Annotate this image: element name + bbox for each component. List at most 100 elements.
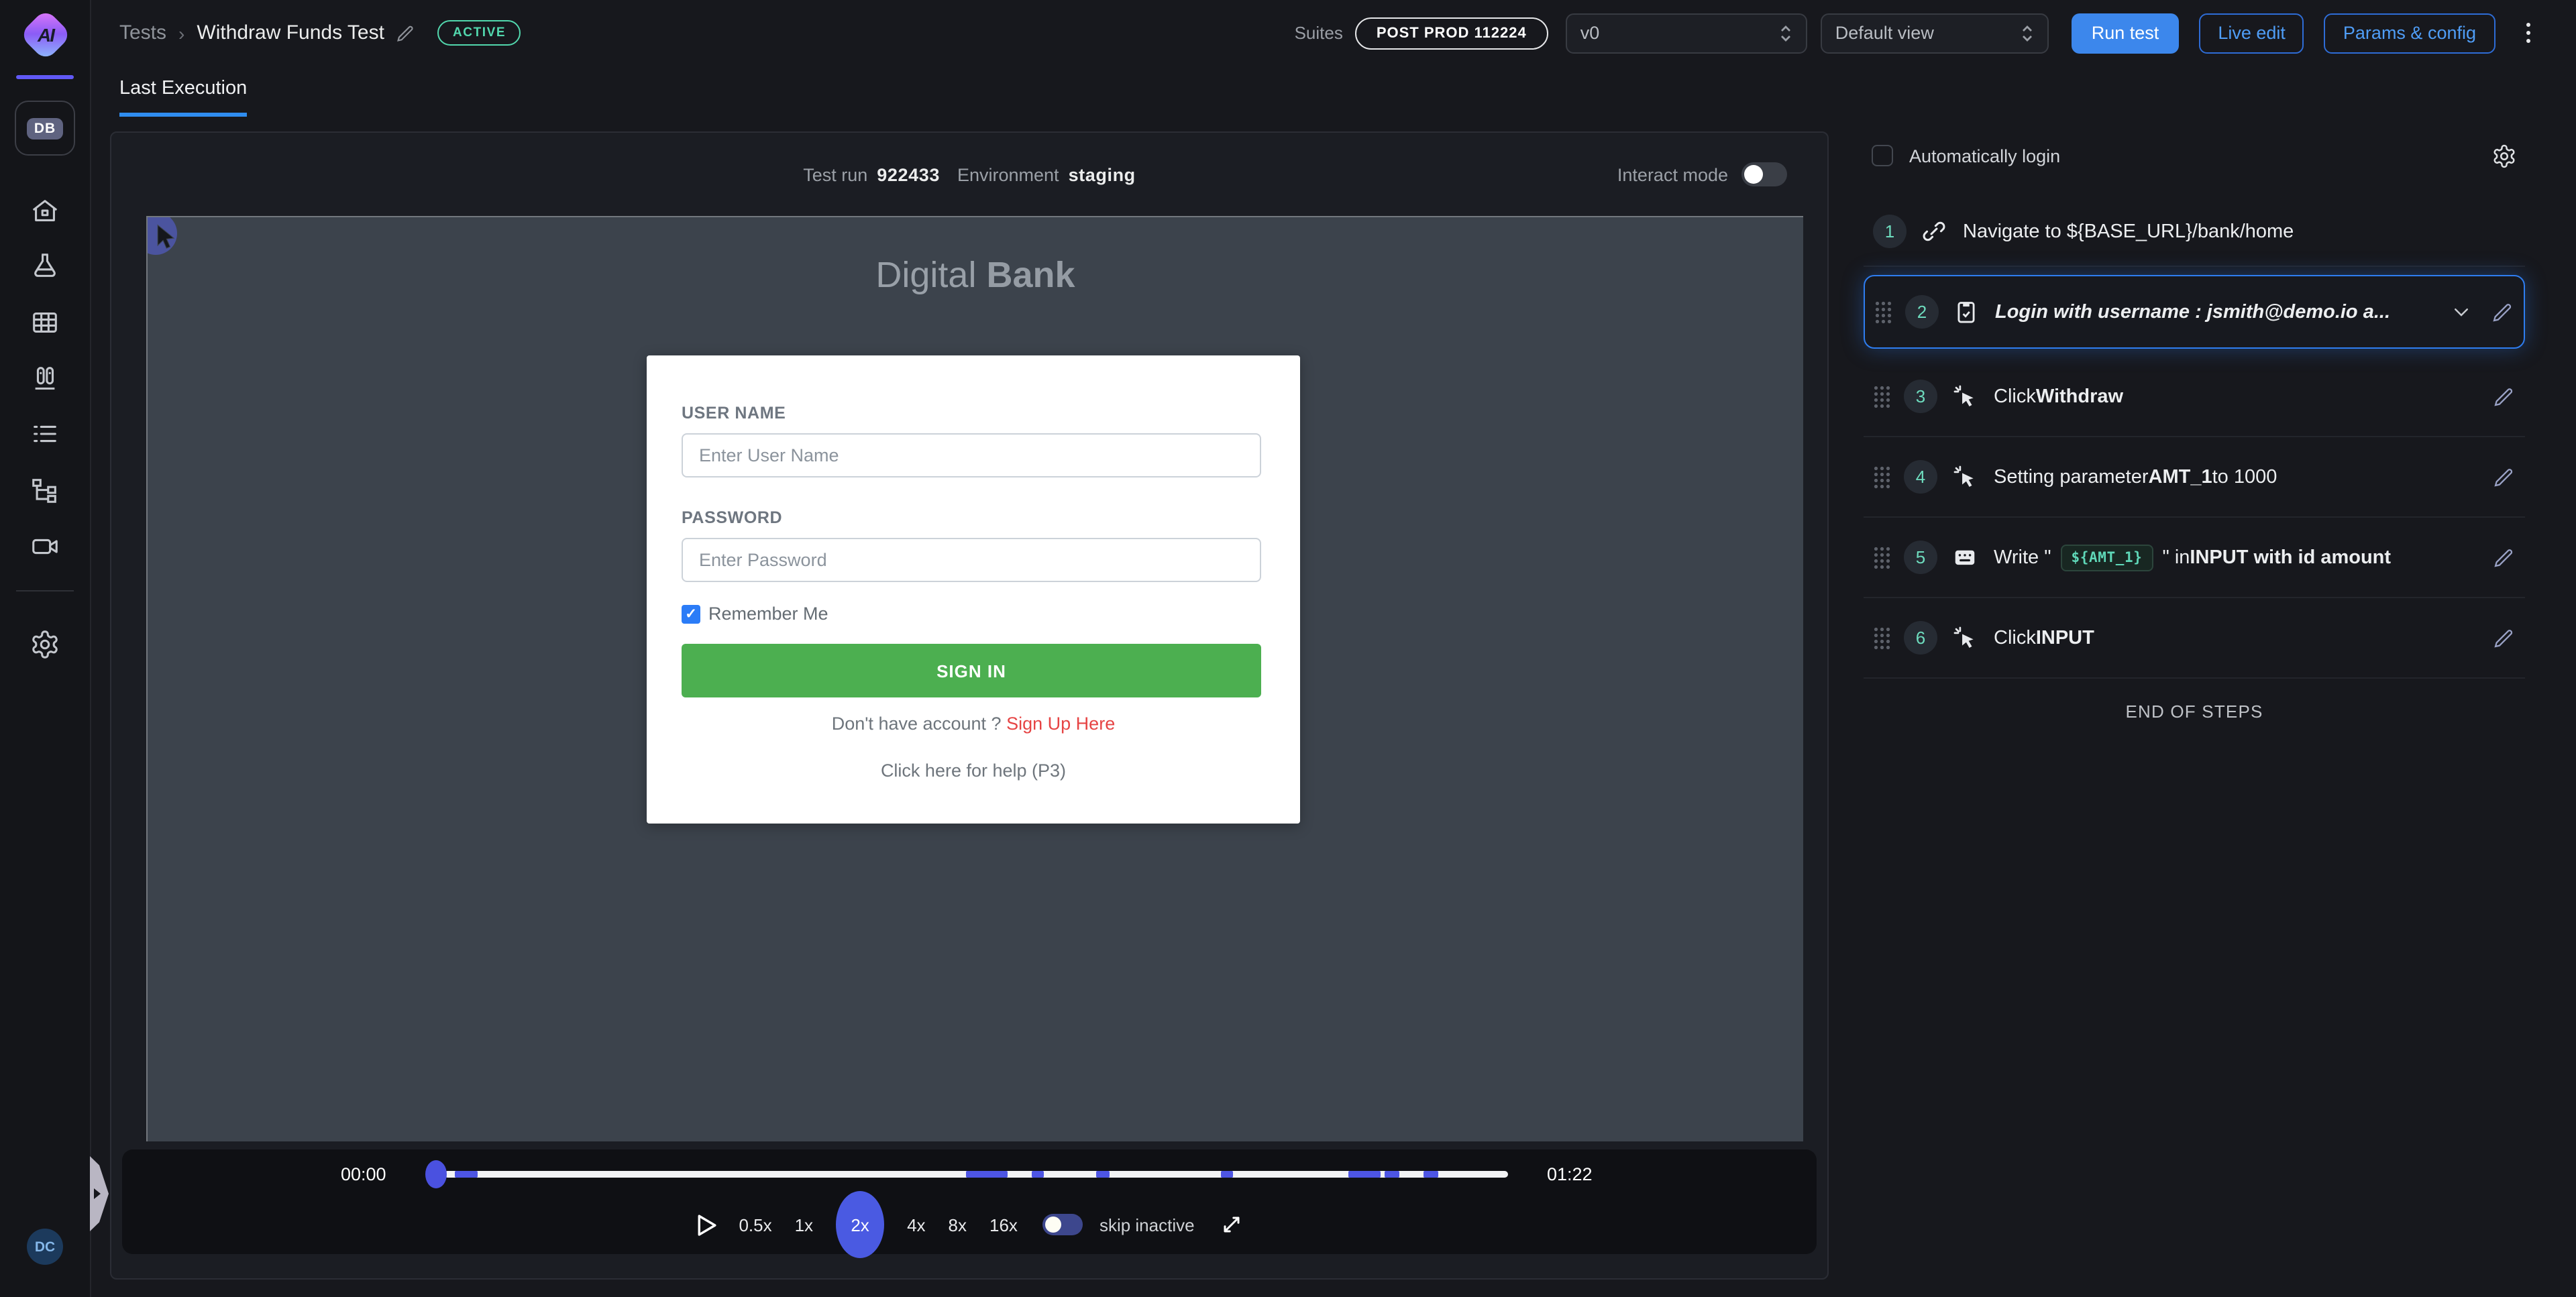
speed-0.5x[interactable]: 0.5x <box>739 1215 771 1235</box>
time-current: 00:00 <box>341 1164 386 1184</box>
bank-title-light: Digital <box>875 255 976 295</box>
step-text-part: Setting parameter <box>1994 466 2149 488</box>
username-label: USER NAME <box>682 404 786 422</box>
sidebar-collapse-handle[interactable] <box>90 1156 109 1231</box>
speed-1x[interactable]: 1x <box>795 1215 813 1235</box>
speed-16x[interactable]: 16x <box>989 1215 1018 1235</box>
edit-step-icon[interactable] <box>2491 301 2513 323</box>
sidebar-item-settings[interactable] <box>30 629 60 660</box>
app-root: AI DB DC Tests › Withdraw Funds Test AC <box>0 0 2576 1297</box>
step-number-badge: 2 <box>1905 295 1939 329</box>
drag-handle-icon[interactable] <box>1873 384 1890 408</box>
auto-login-label: Automatically login <box>1909 146 2060 166</box>
step-text-part: Click <box>1994 386 2036 407</box>
username-input[interactable] <box>682 433 1261 477</box>
password-label: PASSWORD <box>682 508 782 527</box>
speed-4x[interactable]: 4x <box>907 1215 925 1235</box>
remember-me-checkbox[interactable]: ✓ <box>682 604 700 623</box>
signup-row: Don't have account ? Sign Up Here <box>647 714 1300 734</box>
steps-panel: Automatically login 1Navigate to ${BASE_… <box>1864 129 2525 744</box>
video-camera-icon <box>30 531 60 562</box>
overflow-menu-icon[interactable] <box>2520 17 2536 49</box>
logo-letters: AI <box>23 12 68 58</box>
step-row-4[interactable]: 4Setting parameter AMT_1 to 1000 <box>1864 437 2525 518</box>
drag-handle-icon[interactable] <box>1874 300 1892 324</box>
sidebar-item-home[interactable] <box>30 196 60 227</box>
step-text-part: Navigate to ${BASE_URL}/bank/home <box>1963 221 2294 242</box>
edit-title-icon[interactable] <box>396 23 415 42</box>
view-select[interactable]: Default view <box>1821 13 2049 53</box>
step-list: 1Navigate to ${BASE_URL}/bank/home 2 Login… <box>1864 197 2525 679</box>
drag-handle-icon[interactable] <box>1873 545 1890 569</box>
fullscreen-icon[interactable] <box>1222 1214 1243 1235</box>
time-total: 01:22 <box>1547 1164 1593 1184</box>
end-of-steps-label: END OF STEPS <box>1864 679 2525 744</box>
auto-login-checkbox[interactable] <box>1872 145 1893 166</box>
view-select-value: Default view <box>1835 23 1934 43</box>
password-input[interactable] <box>682 538 1261 582</box>
edit-step-icon[interactable] <box>2493 627 2514 648</box>
drag-handle-icon[interactable] <box>1873 465 1890 489</box>
remember-me-label: Remember Me <box>708 604 828 624</box>
sidebar-item-recordings[interactable] <box>30 531 60 562</box>
step-text: Click Withdraw <box>1994 386 2123 407</box>
sign-in-button[interactable]: SIGN IN <box>682 644 1261 697</box>
signup-link[interactable]: Sign Up Here <box>1006 714 1115 734</box>
help-link[interactable]: Click here for help (P3) <box>647 760 1300 781</box>
step-actions <box>2451 301 2513 323</box>
signup-text: Don't have account ? <box>832 714 1002 734</box>
chevron-down-icon[interactable] <box>2451 302 2471 322</box>
run-test-button[interactable]: Run test <box>2072 13 2180 53</box>
step-row-5[interactable]: 5Write " ${AMT_1} " in INPUT with id amo… <box>1864 518 2525 598</box>
user-avatar[interactable]: DC <box>27 1229 63 1265</box>
speed-8x[interactable]: 8x <box>949 1215 967 1235</box>
page-title: Withdraw Funds Test <box>197 21 384 44</box>
steps-settings-gear-icon[interactable] <box>2491 143 2517 168</box>
play-icon[interactable] <box>696 1214 716 1235</box>
sidebar-item-suites-tree[interactable] <box>30 475 60 506</box>
seek-knob[interactable] <box>425 1160 447 1188</box>
workspace-badge-label: DB <box>28 117 62 139</box>
step-row-2[interactable]: 2 Login with username : jsmith@demo.io a.… <box>1864 275 2525 349</box>
step-row-6[interactable]: 6Click INPUT <box>1864 598 2525 679</box>
speed-2x-active[interactable]: 2x <box>836 1191 884 1258</box>
step-text-part: " in <box>2162 547 2190 568</box>
seek-track[interactable] <box>444 1171 1508 1178</box>
interact-mode-toggle[interactable] <box>1741 162 1787 186</box>
params-config-button[interactable]: Params & config <box>2324 13 2495 53</box>
run-info: Test run 922433 Environment staging <box>111 133 1827 216</box>
edit-step-icon[interactable] <box>2493 386 2514 407</box>
home-icon <box>30 196 60 227</box>
step-row-3[interactable]: 3Click Withdraw <box>1864 357 2525 437</box>
sidebar-item-list[interactable] <box>30 418 60 449</box>
video-frame: Digital Bank USER NAME PASSWORD ✓ Rememb… <box>146 216 1803 1141</box>
version-select[interactable]: v0 <box>1566 13 1807 53</box>
tree-icon <box>30 475 60 506</box>
step-text-part: Login with username : jsmith@demo.io a..… <box>1995 301 2390 323</box>
edit-step-icon[interactable] <box>2493 466 2514 488</box>
tab-last-execution[interactable]: Last Execution <box>119 78 247 117</box>
workspace-badge[interactable]: DB <box>15 101 75 156</box>
skip-inactive-toggle[interactable] <box>1043 1214 1083 1235</box>
live-edit-button[interactable]: Live edit <box>2199 13 2304 53</box>
activity-segment <box>1096 1171 1109 1178</box>
sidebar-item-table[interactable] <box>30 307 60 338</box>
drag-handle-icon[interactable] <box>1873 626 1890 650</box>
step-actions <box>2493 547 2514 568</box>
breadcrumb-tests[interactable]: Tests <box>119 21 166 44</box>
sidebar-item-tests[interactable] <box>30 251 60 282</box>
edit-step-icon[interactable] <box>2493 547 2514 568</box>
breadcrumb-separator: › <box>178 22 184 44</box>
suite-pill[interactable]: POST PROD 112224 <box>1355 17 1548 49</box>
chevron-updown-icon <box>2021 22 2034 44</box>
sidebar-item-results[interactable] <box>30 363 60 394</box>
step-row-1[interactable]: 1Navigate to ${BASE_URL}/bank/home <box>1864 197 2525 267</box>
status-badge: ACTIVE <box>438 20 521 46</box>
interact-mode-label: Interact mode <box>1617 164 1728 184</box>
topbar-actions: Suites POST PROD 112224 v0 Default view … <box>1295 12 2536 54</box>
activity-segment <box>455 1171 478 1178</box>
sidebar: AI DB DC <box>0 0 91 1297</box>
step-text-part: INPUT with id amount <box>2190 547 2391 568</box>
step-actions <box>2493 466 2514 488</box>
cursor-click-icon <box>1952 625 1978 651</box>
